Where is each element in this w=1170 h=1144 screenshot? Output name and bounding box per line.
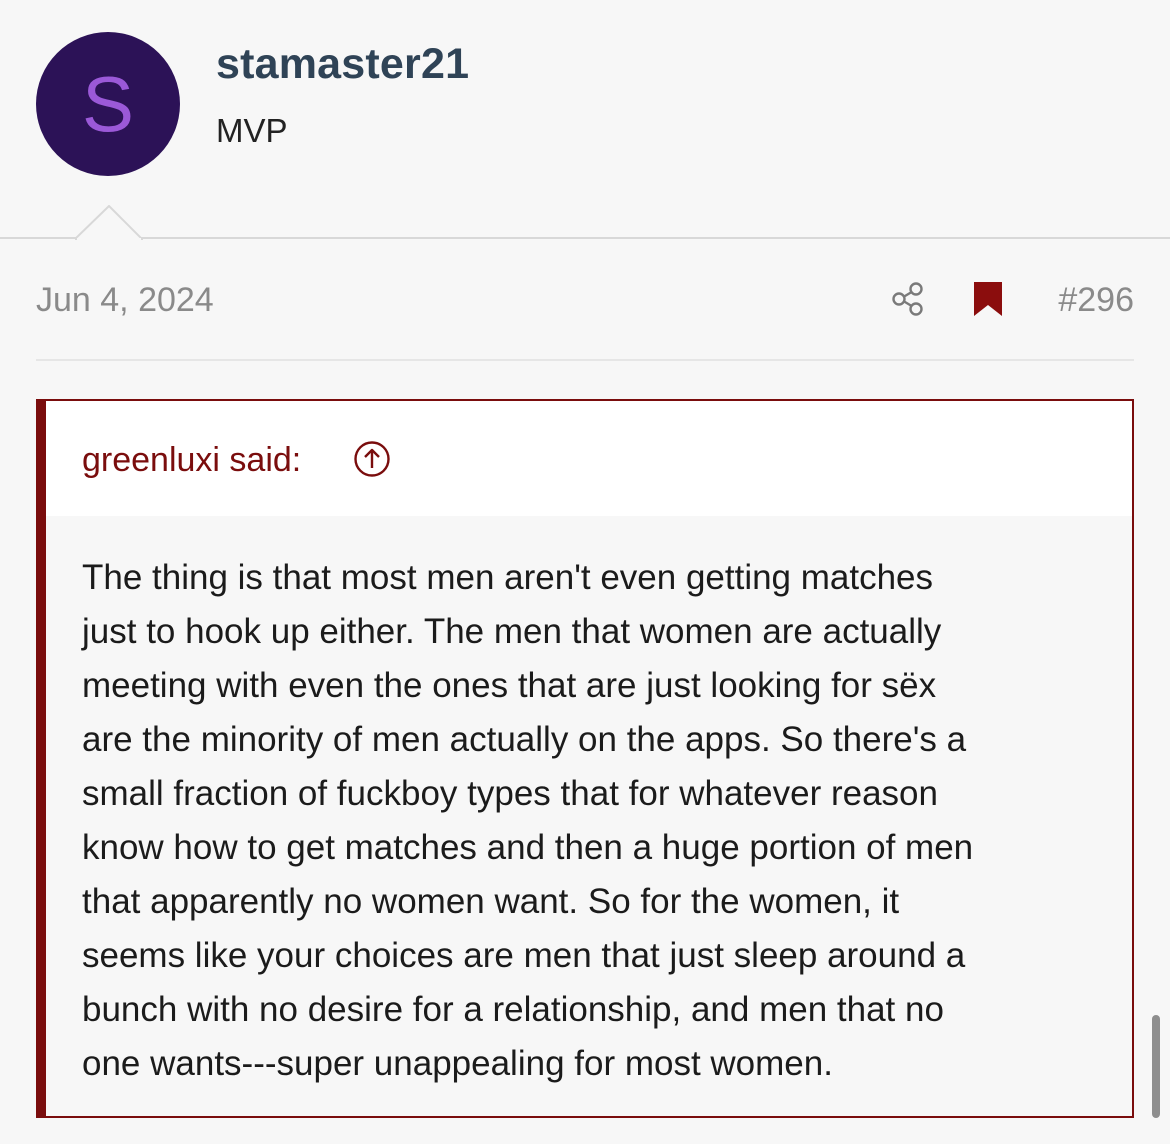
divider <box>36 359 1134 361</box>
divider <box>0 237 1170 239</box>
post-date[interactable]: Jun 4, 2024 <box>36 281 214 320</box>
quote-header: greenluxi said: <box>46 401 1132 516</box>
quote-block: greenluxi said: The thing is that most m… <box>36 399 1134 1118</box>
quote-body-text: The thing is that most men aren't even g… <box>82 558 974 1083</box>
arrow-up-circle-icon[interactable] <box>353 440 391 478</box>
scrollbar-thumb[interactable] <box>1152 1015 1160 1118</box>
user-title: MVP <box>216 112 288 149</box>
post-meta: Jun 4, 2024 #296 <box>36 275 1134 325</box>
avatar[interactable]: S <box>36 32 180 176</box>
user-header: S stamaster21 MVP <box>0 0 1170 240</box>
username-link[interactable]: stamaster21 <box>216 40 469 89</box>
avatar-letter: S <box>81 60 135 148</box>
share-icon[interactable] <box>889 280 927 318</box>
quote-author[interactable]: greenluxi said: <box>82 441 301 480</box>
bookmark-icon[interactable] <box>972 280 1004 318</box>
post-number-link[interactable]: #296 <box>1058 281 1134 320</box>
